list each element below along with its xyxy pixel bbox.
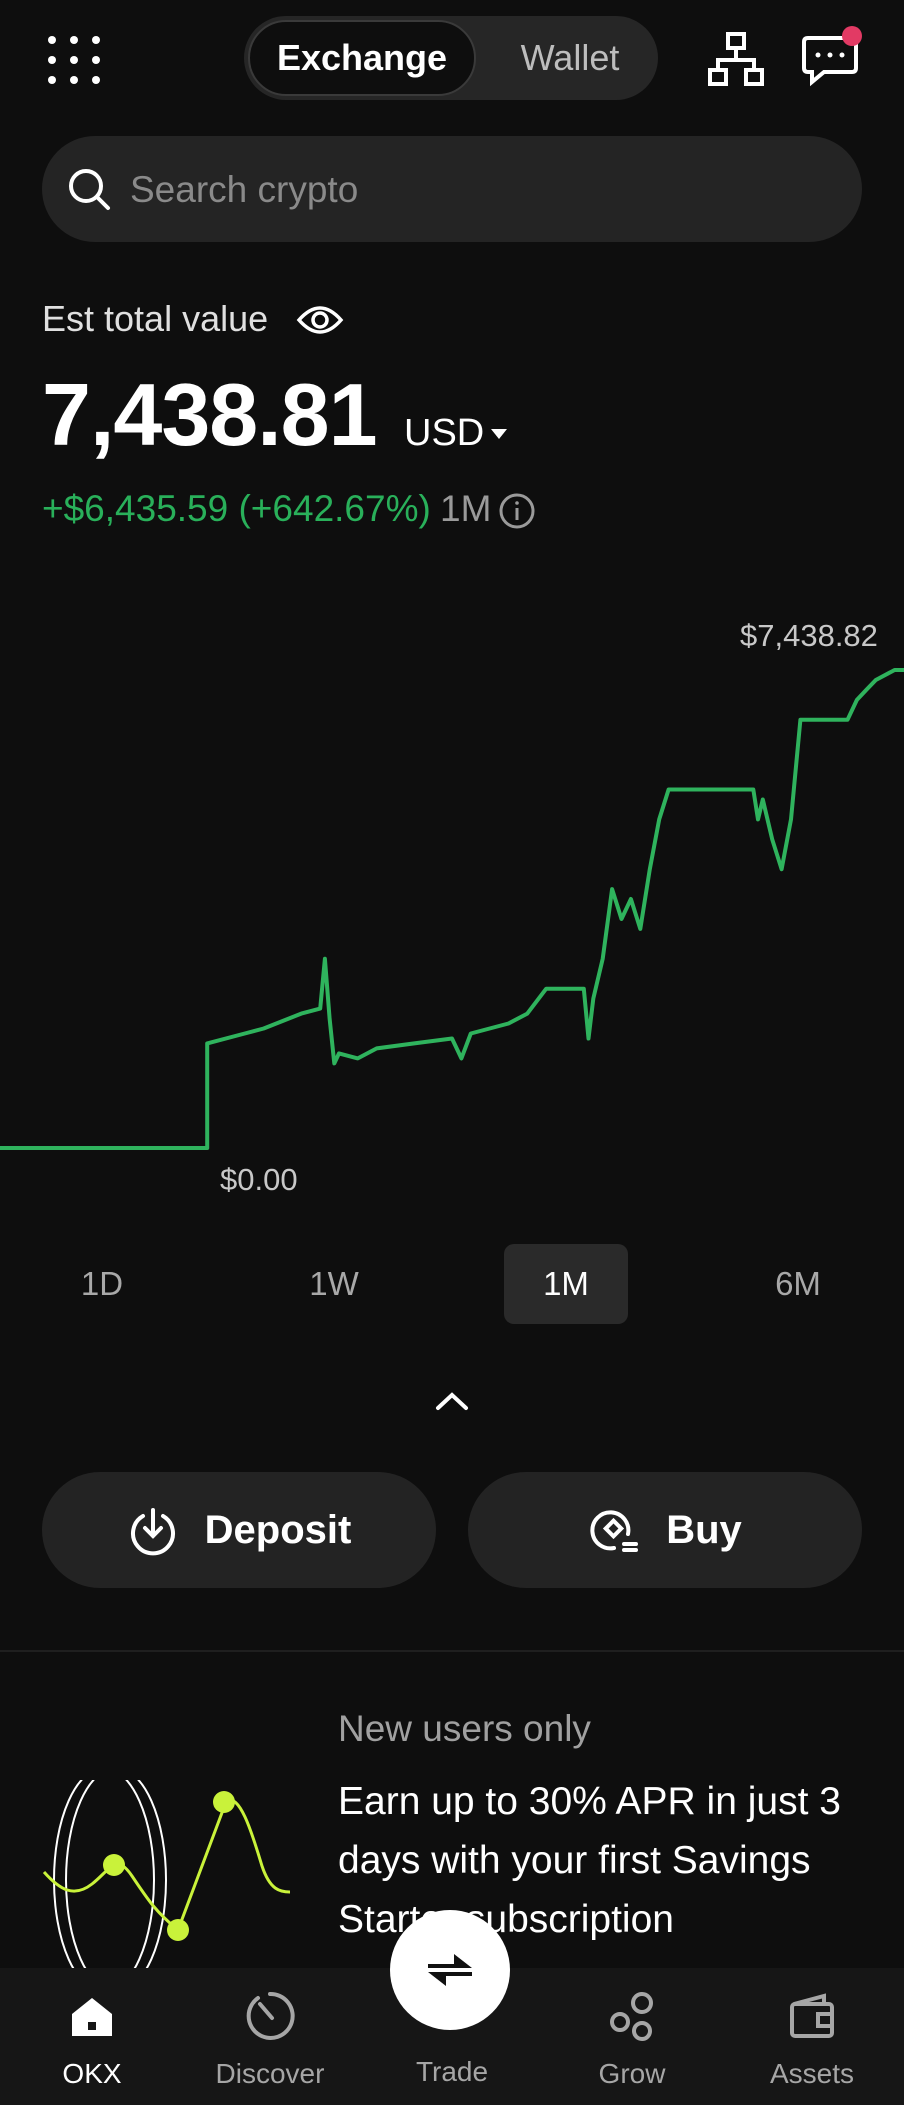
nav-discover[interactable]: Discover: [190, 1990, 350, 2090]
caret-down-icon[interactable]: [488, 422, 510, 444]
nav-okx-label: OKX: [62, 2058, 122, 2089]
grow-icon: [610, 1992, 653, 2041]
tab-exchange[interactable]: Exchange: [248, 20, 476, 96]
tab-wallet[interactable]: Wallet: [486, 20, 654, 96]
range-1w[interactable]: 1W: [272, 1244, 396, 1324]
apps-grid-icon[interactable]: [44, 30, 104, 90]
portfolio-chart: [0, 668, 904, 1150]
currency-selector[interactable]: USD: [404, 412, 484, 455]
trade-button[interactable]: [390, 1910, 510, 2030]
nav-grow-label: Grow: [598, 2058, 666, 2089]
promo-tag: New users only: [338, 1708, 591, 1749]
range-6m[interactable]: 6M: [736, 1244, 860, 1324]
nav-grow[interactable]: Grow: [552, 1990, 712, 2090]
search-input[interactable]: [130, 160, 730, 220]
chevron-up-icon[interactable]: [432, 1386, 472, 1416]
nav-okx[interactable]: OKX: [12, 1990, 172, 2090]
chart-min-label: $0.00: [220, 1162, 298, 1197]
deposit-icon: [130, 1508, 175, 1556]
discover-icon: [246, 1991, 295, 2040]
nav-discover-label: Discover: [215, 2058, 325, 2089]
swap-arrows-icon: [428, 1954, 472, 1986]
pnl-change: +$6,435.59 (+642.67%): [42, 488, 431, 529]
buy-button[interactable]: Buy: [468, 1472, 862, 1588]
network-icon[interactable]: [706, 30, 766, 90]
chart-line: [0, 668, 904, 1150]
search-icon: [69, 169, 110, 210]
nav-trade-label[interactable]: Trade: [372, 2056, 532, 2088]
section-divider: [0, 1650, 904, 1652]
eye-icon[interactable]: [296, 300, 344, 340]
deposit-button[interactable]: Deposit: [42, 1472, 436, 1588]
nav-assets-label: Assets: [769, 2058, 855, 2089]
buy-icon: [590, 1510, 639, 1552]
range-1m[interactable]: 1M: [504, 1244, 628, 1324]
range-1d[interactable]: 1D: [40, 1244, 164, 1324]
nav-assets[interactable]: Assets: [732, 1990, 892, 2090]
info-icon[interactable]: [498, 492, 536, 530]
home-icon: [72, 1998, 112, 2036]
savings-promo-illustration: [42, 1780, 291, 1980]
notification-dot: [842, 26, 862, 46]
total-value-label: Est total value: [42, 298, 269, 339]
buy-label: Buy: [666, 1507, 742, 1552]
wallet-icon: [790, 1993, 834, 2038]
pnl-period: 1M: [440, 488, 492, 529]
deposit-label: Deposit: [204, 1507, 352, 1552]
total-value: 7,438.81: [42, 365, 378, 464]
